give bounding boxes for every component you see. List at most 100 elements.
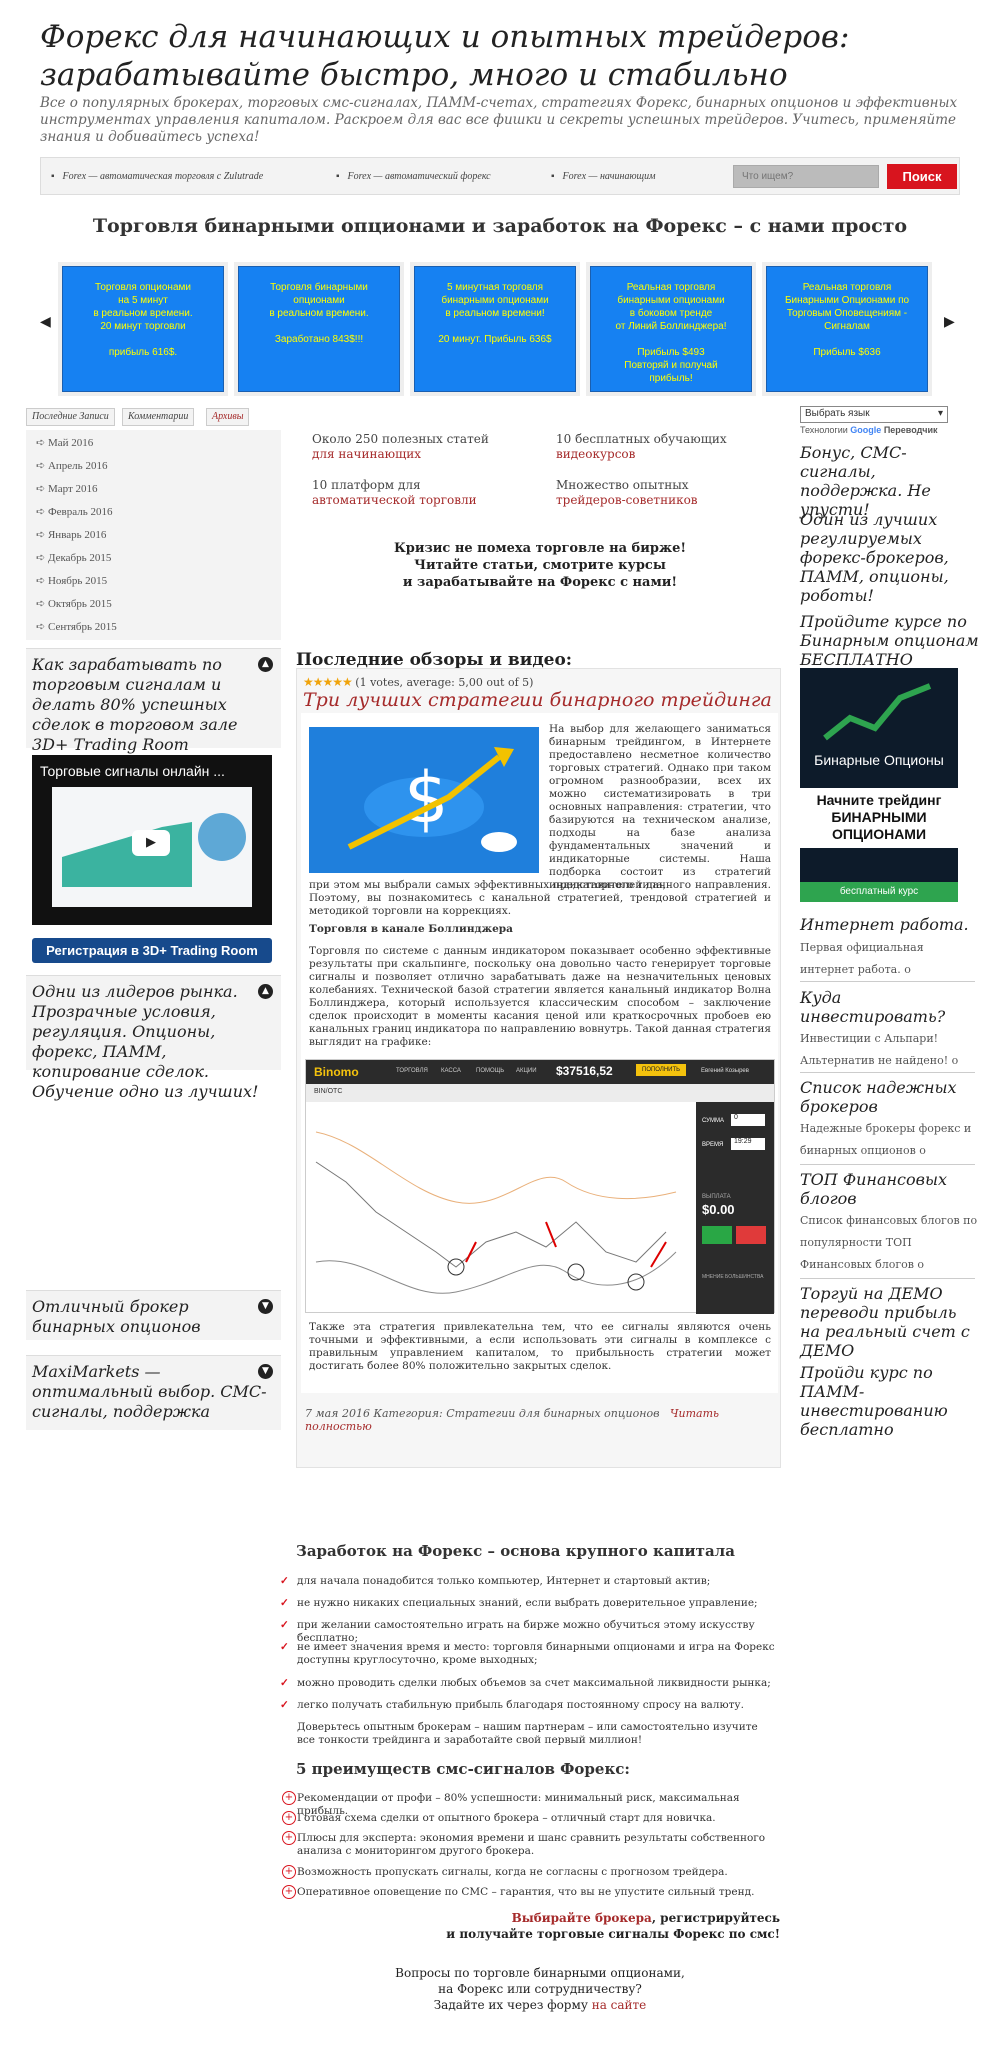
carousel-prev-icon[interactable]: ◀ xyxy=(40,314,51,330)
archive-item[interactable]: Октябрь 2015 xyxy=(36,597,112,610)
translate-label[interactable]: Переводчик xyxy=(884,425,938,435)
right-widget-sub[interactable]: Надежные брокеры форекс и бинарных опцио… xyxy=(800,1118,980,1162)
banner-cta: Начните трейдинг БИНАРНЫМИ ОПЦИОНАМИ xyxy=(800,788,958,848)
nav-item-zulutrade[interactable]: Forex — автоматическая торговля с Zulutr… xyxy=(51,171,264,182)
tab-archives[interactable]: Архивы xyxy=(206,408,250,426)
price-chart xyxy=(306,1102,696,1312)
carousel-slide[interactable]: Реальная торговля бинарными опционами в … xyxy=(586,262,756,396)
nav-item-auto-forex[interactable]: Forex — автоматический форекс xyxy=(336,171,491,182)
widget-title[interactable]: Одни из лидеров рынка. Прозрачные услови… xyxy=(26,976,281,1108)
chart-menu-item: ПОМОЩЬ xyxy=(476,1068,505,1074)
trade-panel: СУММА 0 ВРЕМЯ 19:29 ВЫПЛАТА $0.00 МНЕНИЕ… xyxy=(696,1102,774,1314)
search-button[interactable]: Поиск xyxy=(887,164,957,189)
right-widget-sub[interactable]: Альтернатив не найдено! о xyxy=(800,1050,980,1072)
chart-symbol: BIN/OTC xyxy=(314,1088,343,1095)
post-date-category[interactable]: 7 мая 2016 Категория: Стратегии для бина… xyxy=(305,1407,660,1420)
carousel-next-icon[interactable]: ▶ xyxy=(944,314,955,330)
right-widget-invest[interactable]: Куда инвестировать? xyxy=(800,988,980,1026)
arrow-up-icon[interactable]: ▲ xyxy=(258,657,273,672)
stat-link[interactable]: трейдеров-советников xyxy=(556,493,698,507)
right-widget-brokers[interactable]: Список надежных брокеров xyxy=(800,1078,980,1116)
binary-options-banner[interactable]: Бинарные Опционы Начните трейдинг БИНАРН… xyxy=(800,668,958,902)
arrow-up-icon[interactable]: ▲ xyxy=(258,984,273,999)
archive-item[interactable]: Сентябрь 2015 xyxy=(36,620,117,633)
play-icon[interactable]: ▶ xyxy=(132,830,170,856)
chart-menu-item: ТОРГОВЛЯ xyxy=(396,1068,428,1074)
arrow-down-icon[interactable]: ▼ xyxy=(258,1364,273,1379)
right-widget-blogs[interactable]: ТОП Финансовых блогов xyxy=(800,1170,980,1208)
right-widget-pamm[interactable]: Пройди курс по ПАММ-инвестированию беспл… xyxy=(800,1363,980,1439)
check-text: можно проводить сделки любых объемов за … xyxy=(297,1677,771,1689)
arrow-down-icon[interactable]: ▼ xyxy=(258,1299,273,1314)
widget-title[interactable]: Отличный брокер бинарных опционов xyxy=(26,1291,281,1343)
questions-line: на Форекс или сотрудничеству? xyxy=(438,1982,642,1996)
carousel-slide[interactable]: Торговля бинарными опционами в реальном … xyxy=(234,262,404,396)
carousel-slide[interactable]: Торговля опционами на 5 минут в реальном… xyxy=(58,262,228,396)
trade-time-input: 19:29 xyxy=(731,1138,765,1150)
advantage-text: Оперативное оповещение по СМС – гарантия… xyxy=(297,1886,755,1898)
archive-item[interactable]: Февраль 2016 xyxy=(36,505,113,518)
site-form-link[interactable]: на сайте xyxy=(592,1998,647,2012)
rating-stars-icon[interactable]: ★★★★★ xyxy=(303,675,353,689)
archive-list: Май 2016 Апрель 2016 Март 2016 Февраль 2… xyxy=(26,430,281,640)
right-widget-course[interactable]: Пройдите курсе по Бинарным опционам БЕСП… xyxy=(800,612,980,669)
tab-recent-posts[interactable]: Последние Записи xyxy=(26,408,115,426)
language-select[interactable]: Выбрать язык ▾ xyxy=(800,406,948,423)
right-widget-demo[interactable]: Торгуй на ДЕМО переводи прибыль на реаль… xyxy=(800,1284,980,1360)
top-navigation: Forex — автоматическая торговля с Zulutr… xyxy=(40,157,960,195)
carousel-slide[interactable]: Реальная торговля Бинарными Опционами по… xyxy=(762,262,932,396)
archive-item[interactable]: Декабрь 2015 xyxy=(36,551,111,564)
chart-topbar: Binomo ТОРГОВЛЯ КАССА ПОМОЩЬ АКЦИИ $3751… xyxy=(306,1060,774,1084)
banner-footer: бесплатный курс xyxy=(800,882,958,902)
chart-balance: $37516,52 xyxy=(556,1064,613,1078)
video-title: Торговые сигналы онлайн ... xyxy=(40,763,225,779)
right-widget-internet-work[interactable]: Интернет работа. xyxy=(800,915,980,934)
archive-item[interactable]: Ноябрь 2015 xyxy=(36,574,107,587)
post-rating: ★★★★★ (1 votes, average: 5,00 out of 5) xyxy=(303,675,533,689)
language-select-value: Выбрать язык xyxy=(805,408,870,419)
stat-link[interactable]: видеокурсов xyxy=(556,447,635,461)
carousel-slide[interactable]: 5 минутная торговля бинарными опционами … xyxy=(410,262,580,396)
rating-text: (1 votes, average: 5,00 out of 5) xyxy=(355,676,534,689)
widget-leaders: Одни из лидеров рынка. Прозрачные услови… xyxy=(26,975,281,1101)
archive-item[interactable]: Январь 2016 xyxy=(36,528,106,541)
stat-link[interactable]: для начинающих xyxy=(312,447,421,461)
trade-mood-label: МНЕНИЕ БОЛЬШИНСТВА xyxy=(702,1274,764,1280)
archive-item[interactable]: Май 2016 xyxy=(36,436,93,449)
stat-videos: 10 бесплатных обучающих видеокурсов xyxy=(556,432,756,462)
choose-broker-link[interactable]: Выбирайте брокера xyxy=(512,1911,652,1925)
right-widget-regulated[interactable]: Один из лучших регулируемых форекс-броке… xyxy=(800,510,980,605)
register-3d-button[interactable]: Регистрация в 3D+ Trading Room xyxy=(32,938,272,963)
right-widget-sub[interactable]: Список финансовых блогов по популярности… xyxy=(800,1210,980,1276)
advantage-text: Плюсы для эксперта: экономия времени и ш… xyxy=(297,1832,766,1857)
call-button-icon xyxy=(702,1226,732,1244)
chart-menu-item: КАССА xyxy=(441,1068,461,1074)
archive-item[interactable]: Апрель 2016 xyxy=(36,459,107,472)
trade-payout-value: $0.00 xyxy=(702,1202,735,1217)
video-player[interactable]: Торговые сигналы онлайн ... ▶ xyxy=(32,755,272,925)
site-title[interactable]: Форекс для начинающих и опытных трейдеро… xyxy=(40,18,980,94)
post-paragraph: На выбор для желающего заниматься бинарн… xyxy=(549,723,771,891)
tab-comments[interactable]: Комментарии xyxy=(122,408,195,426)
right-widget-bonus[interactable]: Бонус, СМС-сигналы, поддержка. Не упусти… xyxy=(800,443,980,519)
advantage-text: Готовая схема сделки от опытного брокера… xyxy=(297,1812,716,1824)
widget-title[interactable]: MaxiMarkets — оптимальный выбор. СМС-сиг… xyxy=(26,1356,281,1428)
stat-link[interactable]: автоматической торговли xyxy=(312,493,477,507)
advantage-item: Оперативное оповещение по СМС – гарантия… xyxy=(282,1885,782,1899)
site-description: Все о популярных брокерах, торговых смс-… xyxy=(40,95,958,145)
search-input[interactable] xyxy=(733,165,879,188)
broker-cta: Выбирайте брокера, регистрируйтесь и пол… xyxy=(300,1910,780,1942)
post-paragraph: Торговля по системе с данным индикатором… xyxy=(309,945,771,1048)
post-meta: 7 мая 2016 Категория: Стратегии для бина… xyxy=(305,1407,780,1433)
stat-text: 10 бесплатных обучающих xyxy=(556,432,727,446)
archive-item[interactable]: Март 2016 xyxy=(36,482,98,495)
post-title[interactable]: Три лучших стратегии бинарного трейдинга xyxy=(303,689,772,711)
nav-item-beginners[interactable]: Forex — начинающим xyxy=(551,171,656,182)
cta-text: , регистрируйтесь xyxy=(651,1911,780,1925)
widget-title[interactable]: Как зарабатывать по торговым сигналам и … xyxy=(26,649,281,761)
divider xyxy=(800,1278,975,1279)
right-widget-sub[interactable]: Первая официальная интернет работа. о xyxy=(800,937,980,981)
cta-line: Выбирайте брокера, регистрируйтесь xyxy=(300,1910,780,1926)
right-widget-sub[interactable]: Инвестиции с Альпари! xyxy=(800,1028,980,1050)
google-logo: Google xyxy=(850,425,882,435)
